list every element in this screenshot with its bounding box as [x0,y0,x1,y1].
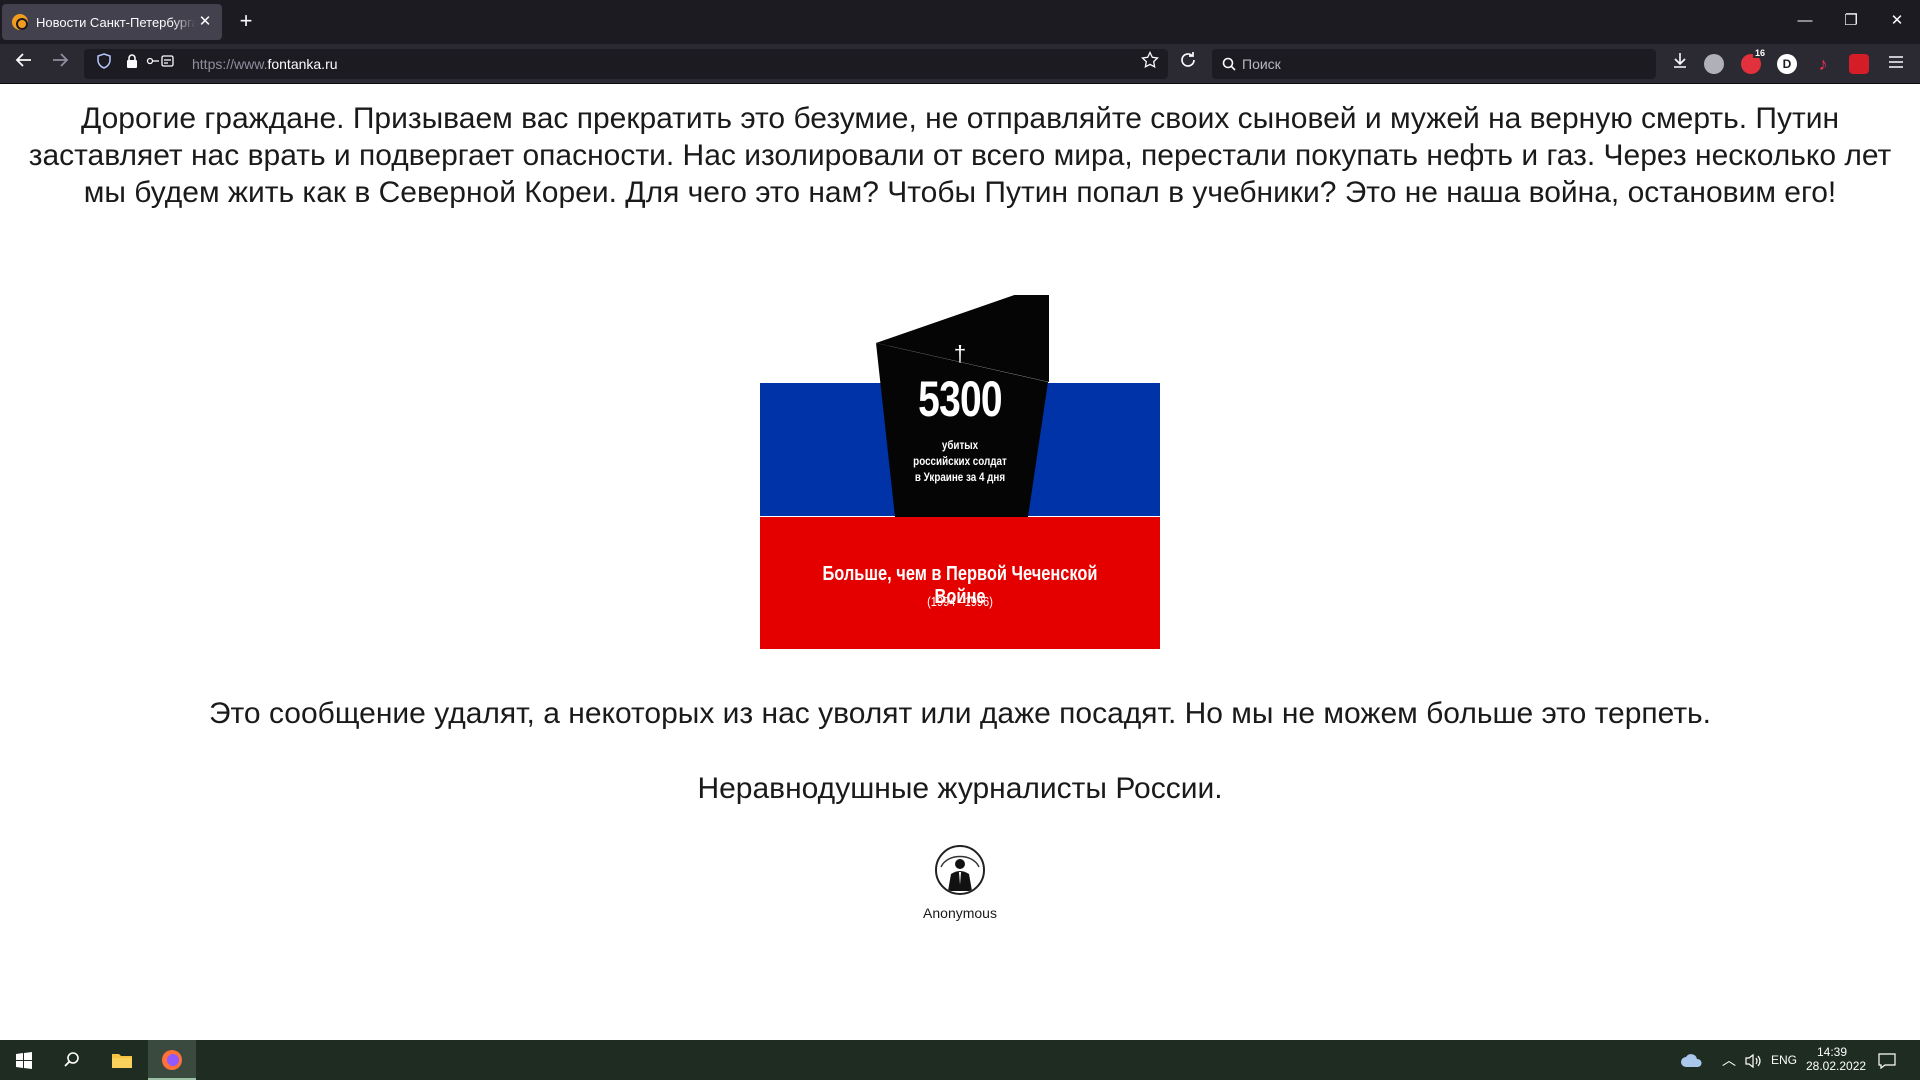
search-input[interactable]: Поиск [1212,49,1656,79]
menu-hamburger-icon[interactable] [1882,50,1910,78]
start-windows-icon[interactable] [0,1040,48,1080]
appeal-line-3: мы будем жить как в Северной Кореи. Для … [83,176,1837,209]
language-indicator[interactable]: ENG [1771,1040,1797,1080]
chechen-war-years: (1994 –1996) [927,594,993,609]
music-note-extension-icon[interactable]: ♪ [1813,54,1833,74]
back-arrow-icon[interactable] [10,50,38,78]
anonymous-caption: Anonymous [923,905,997,921]
bookmark-star-icon[interactable] [1136,50,1164,78]
appeal-paragraph: Дорогие граждане. Призываем вас прекрати… [20,100,1900,211]
onedrive-cloud-icon[interactable] [1680,1040,1704,1080]
signature-paragraph: Неравнодушные журналисты России. [697,772,1223,805]
restore-button[interactable]: ❐ [1828,0,1874,44]
warning-paragraph: Это сообщение удалят, а некоторых из нас… [208,697,1712,730]
casualty-subtitle-2: российских солдат [913,454,1007,468]
extension-badge: 16 [1752,48,1767,58]
fontanka-favicon-icon [12,14,28,30]
search-placeholder: Поиск [1242,56,1281,72]
vpn-globe-extension-icon[interactable] [1704,54,1724,74]
anonymous-logo-icon [935,845,985,895]
downloads-icon[interactable] [1666,50,1694,78]
casualty-number: 5300 [918,371,1002,427]
volume-icon[interactable] [1744,1040,1764,1080]
new-tab-button[interactable]: + [232,8,260,36]
forward-arrow-icon[interactable] [46,50,74,78]
appeal-line-2: заставляет нас врать и подвергает опасно… [28,139,1892,172]
tracking-shield-icon[interactable] [90,50,118,78]
adblock-extension-icon[interactable]: 16 [1741,48,1767,74]
url-text[interactable]: https://www.fontanka.ru [192,49,338,79]
download-extension-icon[interactable]: D [1777,54,1797,74]
navigation-toolbar: https://www.fontanka.ru Поиск 16 D ♪ [0,44,1920,84]
tab-close-icon[interactable]: ✕ [196,13,214,31]
url-host: fontanka.ru [267,56,338,72]
url-prefix: https://www. [192,56,268,72]
lock-icon[interactable] [118,50,146,78]
appeal-line-1: Дорогие граждане. Призываем вас прекрати… [80,102,1840,135]
casualty-subtitle-3: в Украине за 4 дня [914,470,1006,484]
minimize-button[interactable]: — [1782,0,1828,44]
reload-icon[interactable] [1174,50,1202,78]
search-icon [1222,49,1236,79]
notifications-icon[interactable] [1878,1040,1896,1080]
file-explorer-icon[interactable] [98,1040,146,1080]
page-content: Дорогие граждане. Призываем вас прекрати… [0,85,1920,1040]
clock-date: 28.02.2022 [1806,1059,1867,1073]
close-window-button[interactable]: ✕ [1874,0,1920,44]
taskbar-search-icon[interactable] [48,1040,96,1080]
clock-time: 14:39 [1816,1045,1848,1059]
cross-icon: † [953,341,967,366]
windows-taskbar: ︿ ENG 14:39 28.02.2022 [0,1040,1920,1080]
tab-strip: Новости Санкт-Петербурга - ф ✕ + — ❐ ✕ [0,0,1920,44]
casualty-subtitle-1: убитых [941,438,979,452]
youtube-extension-icon[interactable] [1849,54,1869,74]
casualties-banner: † 5300 убитых российских солдат в Украин… [760,295,1160,659]
permissions-icon[interactable] [146,50,174,78]
firefox-taskbar-icon[interactable] [148,1040,196,1080]
tray-expand-chevron-icon[interactable]: ︿ [1722,1040,1736,1080]
tab-title: Новости Санкт-Петербурга - ф [36,14,196,30]
clock[interactable]: 14:39 28.02.2022 [1806,1040,1867,1080]
address-bar[interactable]: https://www.fontanka.ru [84,49,1168,79]
tab-fontanka[interactable]: Новости Санкт-Петербурга - ф ✕ [2,4,222,40]
